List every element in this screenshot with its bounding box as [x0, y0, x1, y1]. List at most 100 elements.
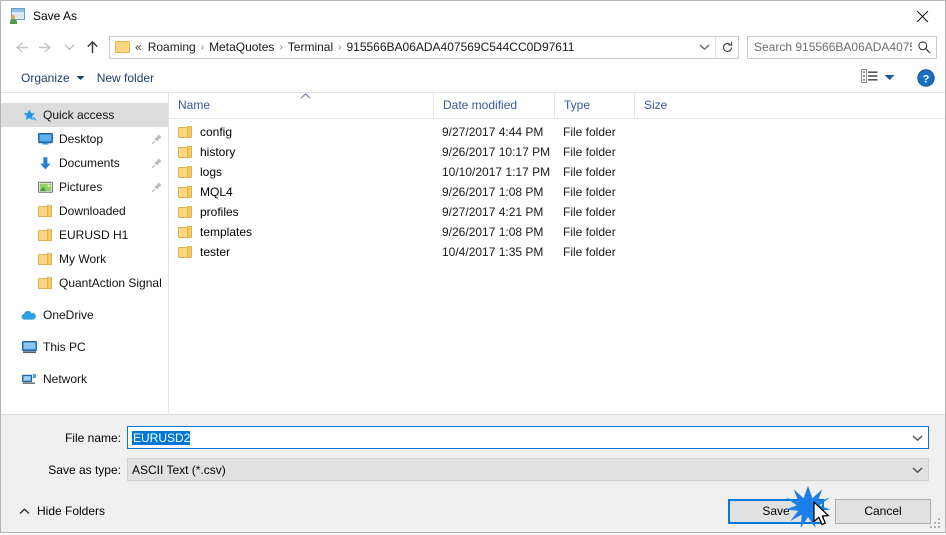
column-header-size[interactable]: Size — [634, 93, 714, 118]
chevron-down-icon[interactable] — [906, 427, 928, 448]
file-name: templates — [200, 225, 253, 239]
save-as-type-select[interactable]: ASCII Text (*.csv) — [127, 458, 929, 481]
breadcrumb-item-metaquotes[interactable]: MetaQuotes — [205, 37, 278, 58]
search-input[interactable]: Search 915566BA06ADA40756... — [748, 40, 912, 54]
breadcrumb-item-roaming[interactable]: Roaming — [144, 37, 200, 58]
computer-icon — [21, 339, 37, 355]
sidebar-item-pictures[interactable]: Pictures — [1, 175, 168, 199]
help-button[interactable]: ? — [915, 67, 937, 89]
file-name: history — [200, 145, 236, 159]
caret-down-icon — [884, 74, 895, 81]
cancel-button[interactable]: Cancel — [835, 498, 931, 524]
folder-icon — [37, 275, 53, 291]
back-button[interactable] — [7, 34, 33, 60]
forward-button[interactable] — [33, 34, 59, 60]
address-dropdown-button[interactable] — [693, 37, 715, 58]
command-bar: Organize New folder ? — [1, 63, 945, 93]
file-type: File folder — [563, 225, 616, 239]
table-row[interactable]: MQL4 9/26/2017 1:08 PM File folder — [169, 182, 945, 202]
column-headers: Name Date modified Type Size — [169, 93, 945, 119]
pin-icon[interactable] — [150, 156, 164, 170]
new-folder-button[interactable]: New folder — [91, 66, 160, 90]
hide-folders-button[interactable]: Hide Folders — [15, 502, 109, 520]
save-button[interactable]: Save — [728, 498, 824, 524]
search-box[interactable]: Search 915566BA06ADA40756... — [747, 35, 937, 59]
title-bar: Save As — [1, 1, 945, 31]
sidebar-item-downloaded[interactable]: Downloaded — [1, 199, 168, 223]
pin-icon[interactable] — [150, 132, 164, 146]
sidebar-item-label: QuantAction Signal — [59, 276, 162, 290]
resize-grip[interactable] — [929, 517, 942, 530]
column-header-name[interactable]: Name — [169, 93, 433, 118]
dialog-footer: Hide Folders Save Cancel — [1, 490, 945, 532]
sidebar-item-this-pc[interactable]: This PC — [1, 335, 168, 359]
sidebar-item-network[interactable]: Network — [1, 367, 168, 391]
refresh-button[interactable] — [715, 36, 738, 58]
save-as-dialog: Save As « Roaming › MetaQuotes › Termina… — [0, 0, 946, 533]
folder-icon — [37, 227, 53, 243]
sidebar-item-my-work[interactable]: My Work — [1, 247, 168, 271]
star-pin-icon — [21, 107, 37, 123]
table-row[interactable]: logs 10/10/2017 1:17 PM File folder — [169, 162, 945, 182]
recent-locations-button[interactable] — [59, 34, 79, 60]
chevron-down-icon[interactable] — [906, 459, 928, 480]
file-date: 9/26/2017 10:17 PM — [442, 145, 551, 159]
chevron-up-icon — [19, 507, 30, 515]
new-folder-label: New folder — [96, 70, 155, 85]
column-header-date-modified[interactable]: Date modified — [433, 93, 554, 118]
breadcrumb-item-terminal[interactable]: Terminal — [284, 37, 337, 58]
folder-icon — [178, 226, 192, 238]
file-type: File folder — [563, 185, 616, 199]
sidebar-item-desktop[interactable]: Desktop — [1, 127, 168, 151]
sidebar-item-label: My Work — [59, 252, 107, 266]
sidebar-item-eurusd-h1[interactable]: EURUSD H1 — [1, 223, 168, 247]
desktop-icon — [37, 131, 53, 147]
folder-icon — [37, 203, 53, 219]
table-row[interactable]: tester 10/4/2017 1:35 PM File folder — [169, 242, 945, 262]
sort-ascending-icon — [299, 93, 311, 99]
breadcrumb-overflow[interactable]: « — [132, 37, 144, 58]
close-button[interactable] — [899, 1, 945, 31]
file-name-cell: MQL4 — [169, 185, 433, 199]
onedrive-icon — [21, 307, 37, 323]
organize-label: Organize — [21, 70, 70, 85]
sidebar-item-label: Documents — [59, 156, 120, 170]
table-row[interactable]: templates 9/26/2017 1:08 PM File folder — [169, 222, 945, 242]
folder-icon — [37, 251, 53, 267]
pin-icon[interactable] — [150, 180, 164, 194]
documents-icon — [37, 155, 53, 171]
sidebar-item-label: EURUSD H1 — [59, 228, 129, 242]
save-as-type-value: ASCII Text (*.csv) — [132, 462, 226, 477]
hide-folders-label: Hide Folders — [37, 504, 106, 518]
sidebar-item-onedrive[interactable]: OneDrive — [1, 303, 168, 327]
file-name-label: File name: — [64, 430, 121, 445]
table-row[interactable]: profiles 9/27/2017 4:21 PM File folder — [169, 202, 945, 222]
table-row[interactable]: history 9/26/2017 10:17 PM File folder — [169, 142, 945, 162]
address-bar[interactable]: « Roaming › MetaQuotes › Terminal › 9155… — [109, 35, 739, 59]
caret-down-icon — [76, 75, 85, 81]
sidebar-item-documents[interactable]: Documents — [1, 151, 168, 175]
save-as-type-label: Save as type: — [48, 462, 121, 477]
column-header-type[interactable]: Type — [554, 93, 634, 118]
file-name: MQL4 — [200, 185, 233, 199]
file-name-value[interactable]: EURUSD2 — [128, 430, 906, 445]
file-type: File folder — [563, 125, 616, 139]
file-name-cell: templates — [169, 225, 433, 239]
file-name-row: File name: EURUSD2 — [1, 426, 945, 449]
organize-button[interactable]: Organize — [15, 66, 91, 90]
up-button[interactable] — [79, 34, 105, 60]
table-row[interactable]: config 9/27/2017 4:44 PM File folder — [169, 122, 945, 142]
file-name-input[interactable]: EURUSD2 — [127, 426, 929, 449]
sidebar-item-quick-access[interactable]: Quick access — [1, 103, 168, 127]
file-name: profiles — [200, 205, 239, 219]
file-date: 9/27/2017 4:21 PM — [442, 205, 544, 219]
breadcrumb-item-instance[interactable]: 915566BA06ADA407569C544CC0D97611 — [342, 37, 578, 58]
view-options-button[interactable] — [857, 66, 899, 90]
file-date: 10/4/2017 1:35 PM — [442, 245, 544, 259]
sidebar-item-quantaction-signal[interactable]: QuantAction Signal — [1, 271, 168, 295]
folder-icon — [115, 41, 130, 53]
file-name: tester — [200, 245, 231, 259]
file-type: File folder — [563, 245, 616, 259]
pictures-icon — [37, 179, 53, 195]
